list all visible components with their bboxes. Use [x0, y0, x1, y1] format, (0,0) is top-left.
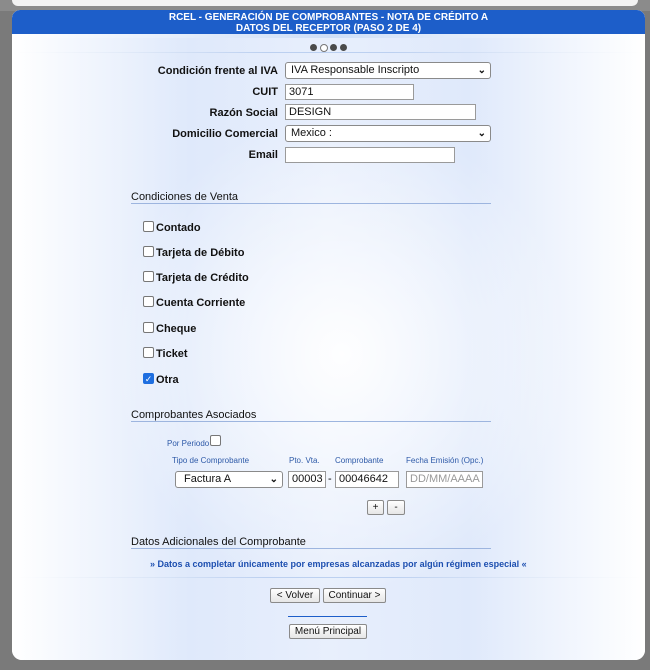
fecha-emision-input[interactable]: DD/MM/AAAA [406, 471, 483, 488]
section-divider [288, 616, 367, 617]
cheque-checkbox[interactable] [143, 322, 154, 333]
divider [12, 52, 645, 53]
tarjeta-debito-label: Tarjeta de Débito [156, 247, 245, 259]
razon-social-input[interactable]: DESIGN [285, 104, 476, 120]
pto-vta-input[interactable]: 00003 [288, 471, 326, 488]
previous-panel-edge [12, 0, 638, 6]
header-subbar [12, 34, 645, 38]
email-label: Email [248, 149, 278, 161]
ticket-label: Ticket [156, 348, 188, 360]
tipo-comprobante-select[interactable]: Factura A ⌄ [175, 471, 283, 488]
comprobante-input[interactable]: 00046642 [335, 471, 399, 488]
email-input[interactable] [285, 147, 455, 163]
chevron-down-icon: ⌄ [477, 128, 486, 139]
condicion-iva-value: IVA Responsable Inscripto [291, 64, 420, 76]
adicionales-title: Datos Adicionales del Comprobante [131, 536, 306, 548]
continuar-button[interactable]: Continuar > [323, 588, 386, 603]
col-fecha-header: Fecha Emisión (Opc.) [406, 456, 484, 465]
divider [12, 577, 645, 578]
cuenta-corriente-label: Cuenta Corriente [156, 297, 246, 309]
col-pto-header: Pto. Vta. [289, 456, 320, 465]
otra-checkbox[interactable]: ✓ [143, 373, 154, 384]
ticket-checkbox[interactable] [143, 347, 154, 358]
checkmark-icon: ✓ [144, 374, 153, 384]
por-periodo-checkbox[interactable] [210, 435, 221, 446]
step-dot-2-current [319, 43, 328, 52]
otra-label: Otra [156, 374, 179, 386]
step-dot-1 [310, 44, 318, 52]
contado-checkbox[interactable] [143, 221, 154, 232]
header-title: RCEL - GENERACIÓN DE COMPROBANTES - NOTA… [168, 12, 489, 23]
chevron-down-icon: ⌄ [477, 65, 486, 76]
cuit-input[interactable]: 3071 [285, 84, 414, 100]
razon-social-label: Razón Social [209, 107, 278, 119]
header-subtitle: DATOS DEL RECEPTOR (PASO 2 DE 4) [235, 23, 422, 34]
condicion-iva-select[interactable]: IVA Responsable Inscripto ⌄ [285, 62, 491, 79]
tipo-comprobante-value: Factura A [184, 473, 232, 485]
cuenta-corriente-checkbox[interactable] [143, 296, 154, 307]
remove-row-button[interactable]: - [387, 500, 405, 515]
section-divider [131, 421, 491, 422]
form-panel: RCEL - GENERACIÓN DE COMPROBANTES - NOTA… [12, 10, 645, 660]
por-periodo-label: Por Periodo [167, 439, 210, 448]
condicion-iva-label: Condición frente al IVA [157, 65, 278, 77]
col-comp-header: Comprobante [335, 456, 384, 465]
volver-button[interactable]: < Volver [270, 588, 320, 603]
tarjeta-credito-checkbox[interactable] [143, 271, 154, 282]
adicionales-note[interactable]: » Datos a completar únicamente por empre… [150, 559, 527, 569]
tarjeta-debito-checkbox[interactable] [143, 246, 154, 257]
section-divider [131, 548, 491, 549]
add-row-button[interactable]: + [367, 500, 384, 515]
asociados-title: Comprobantes Asociados [131, 409, 257, 421]
domicilio-select[interactable]: Mexico : ⌄ [285, 125, 491, 142]
step-dot-4 [339, 44, 347, 52]
menu-principal-button[interactable]: Menú Principal [289, 624, 367, 639]
domicilio-label: Domicilio Comercial [172, 128, 278, 140]
step-indicator [12, 39, 645, 52]
page-header: RCEL - GENERACIÓN DE COMPROBANTES - NOTA… [12, 10, 645, 34]
contado-label: Contado [156, 222, 201, 234]
fecha-placeholder: DD/MM/AAAA [410, 473, 480, 485]
dash-separator: - [328, 473, 332, 485]
chevron-down-icon: ⌄ [269, 474, 278, 485]
col-tipo-header: Tipo de Comprobante [172, 456, 250, 465]
domicilio-value: Mexico : [291, 127, 332, 139]
step-dot-3 [330, 44, 338, 52]
cheque-label: Cheque [156, 323, 197, 335]
tarjeta-credito-label: Tarjeta de Crédito [156, 272, 249, 284]
condiciones-title: Condiciones de Venta [131, 191, 239, 203]
cuit-label: CUIT [252, 86, 278, 98]
section-divider [131, 203, 491, 204]
